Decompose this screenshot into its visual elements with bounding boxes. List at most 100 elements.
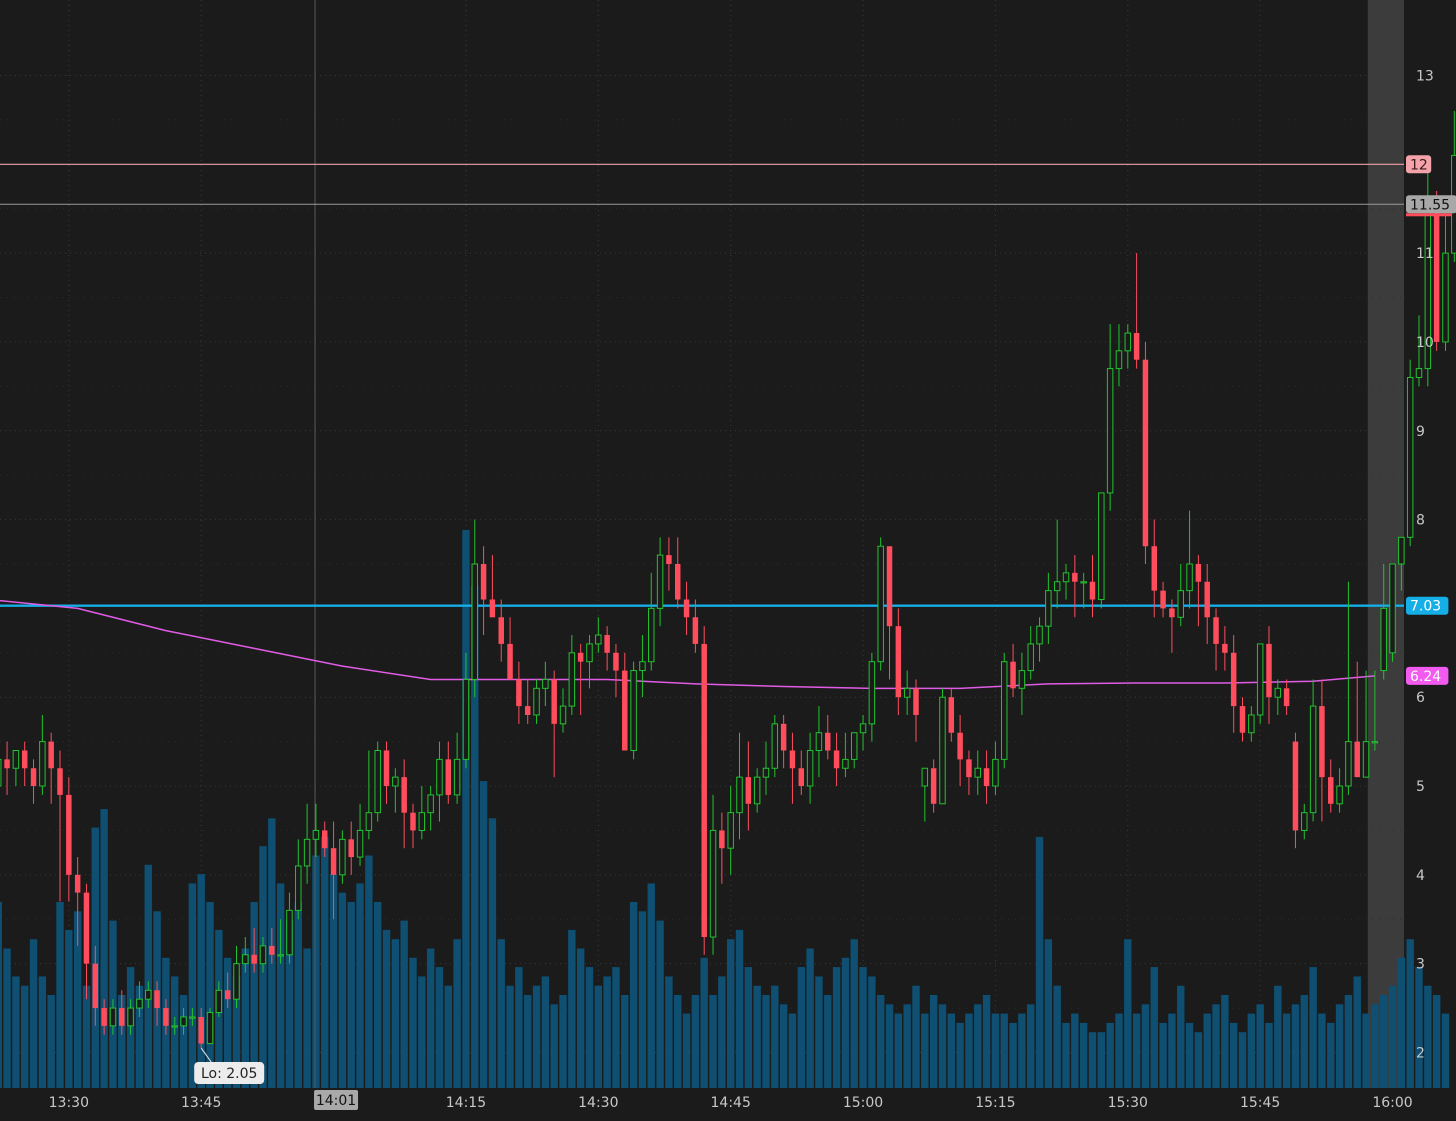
moving-average-badge: 6.24 [1406, 666, 1449, 685]
volume-bar [1229, 1022, 1238, 1088]
candle-body-up [427, 794, 434, 814]
volume-bar [1079, 1022, 1088, 1088]
resistance-badge: 12 [1406, 155, 1432, 174]
volume-bar [1441, 1013, 1450, 1088]
volume-bar [1265, 1022, 1273, 1088]
price-chart[interactable]: 2 3 4 5 6 8 9 10 11 13 12 11.55 7.03 6.24 13:30 13:45 1… [0, 0, 1456, 1117]
candle-body-up [753, 776, 761, 805]
candle-body-up [1053, 581, 1061, 592]
volume-bar [515, 967, 523, 1088]
volume-bar [815, 976, 823, 1088]
candle-body-down [410, 812, 416, 831]
candle-body-up [595, 634, 602, 645]
volume-bar [1274, 985, 1282, 1088]
candle-body-down [577, 652, 584, 662]
y-tick-label: 2 [1416, 1045, 1425, 1061]
chart-canvas[interactable]: 23456891011131211.557.036.24 13:30 13:45 1… [0, 0, 1456, 1117]
volume-bar [682, 1013, 691, 1088]
volume-bar [903, 1004, 911, 1088]
volume-bar [1353, 976, 1361, 1088]
volume-bar [638, 911, 647, 1088]
volume-bar [974, 1004, 982, 1088]
volume-bar [338, 892, 347, 1088]
volume-bar [506, 985, 514, 1088]
candle-body-up [1106, 368, 1114, 494]
candle-body-down [683, 599, 690, 618]
candle-body-down [957, 732, 963, 760]
volume-bar [700, 957, 708, 1088]
volume-bar [382, 929, 391, 1088]
volume-bar [1247, 1013, 1256, 1088]
candle-body-up [630, 670, 637, 751]
candle-body-down [30, 768, 37, 787]
volume-bar [1035, 836, 1044, 1088]
candle-body-down [383, 750, 390, 787]
candle-body-down [330, 848, 337, 875]
volume-bar [1282, 1013, 1291, 1088]
candle-body-up [259, 945, 267, 965]
volume-bar [991, 1013, 1000, 1088]
candle-body-down [1328, 777, 1334, 804]
candle-body-down [489, 599, 496, 618]
volume-bar [665, 976, 673, 1088]
candle-body-up [842, 758, 849, 769]
candle-body-up [1380, 607, 1387, 672]
candle-body-up [1309, 705, 1317, 814]
candle-body-up [656, 554, 664, 609]
volume-bar [38, 976, 47, 1088]
candle-body-down [1204, 581, 1210, 618]
volume-bar [1327, 1022, 1335, 1088]
candle-body-down [966, 759, 972, 778]
volume-bar [797, 967, 805, 1088]
candle-body-down [895, 626, 902, 698]
volume-bar [1432, 995, 1441, 1088]
volume-bar [12, 976, 20, 1088]
last-price-underline [1406, 213, 1452, 217]
candle-body-down [551, 679, 557, 724]
volume-bar [1115, 1013, 1123, 1088]
volume-bar [47, 995, 55, 1088]
volume-bar [938, 1004, 947, 1088]
time-axis[interactable]: 13:30 13:45 14:15 14:30 14:45 15:00 15:15 15:30… [0, 1088, 1456, 1117]
volume-bar [418, 976, 426, 1088]
candle-body-down [1230, 652, 1237, 707]
volume-bar [956, 1022, 964, 1088]
candle-body-down [1222, 643, 1228, 653]
volume-bar [612, 967, 620, 1088]
volume-bar [779, 1004, 788, 1088]
x-tick-label: 14:45 [711, 1095, 751, 1111]
candle-body-up [1274, 687, 1282, 698]
candle-body-down [524, 706, 531, 715]
volume-bar [1097, 1032, 1106, 1088]
volume-bar [1212, 1004, 1220, 1088]
candle-body-down [1266, 643, 1272, 698]
candle-body-down [1319, 706, 1325, 778]
volume-bar [585, 967, 594, 1088]
volume-bar [1379, 995, 1388, 1088]
volume-bar [859, 967, 867, 1088]
volume-bar [409, 957, 417, 1088]
candle-body-down [1151, 546, 1157, 591]
volume-bar [1318, 1013, 1326, 1088]
volume-bar [1406, 939, 1414, 1088]
candle-body-up [1362, 741, 1370, 778]
volume-bar [1291, 1004, 1300, 1088]
volume-bar [629, 902, 638, 1088]
badge-label: 12 [1410, 157, 1428, 173]
last-price-badge: 11.55 [1406, 195, 1456, 213]
volume-bar [1194, 1032, 1203, 1088]
candle-body-up [356, 829, 364, 858]
candle-body-down [701, 643, 707, 938]
candle-body-up [1371, 741, 1379, 744]
candle-body-down [92, 963, 99, 1009]
y-tick-label: 11 [1416, 246, 1434, 262]
candle-body-up [1001, 661, 1008, 760]
candle-body-up [215, 989, 223, 1014]
candle-body-up [295, 865, 302, 911]
volume-bar [1027, 1004, 1035, 1088]
volume-bar [647, 883, 655, 1088]
candle-body-down [154, 990, 160, 1009]
volume-bar [1397, 957, 1406, 1088]
candle-body-down [930, 768, 937, 804]
candle-body-up [903, 687, 911, 698]
